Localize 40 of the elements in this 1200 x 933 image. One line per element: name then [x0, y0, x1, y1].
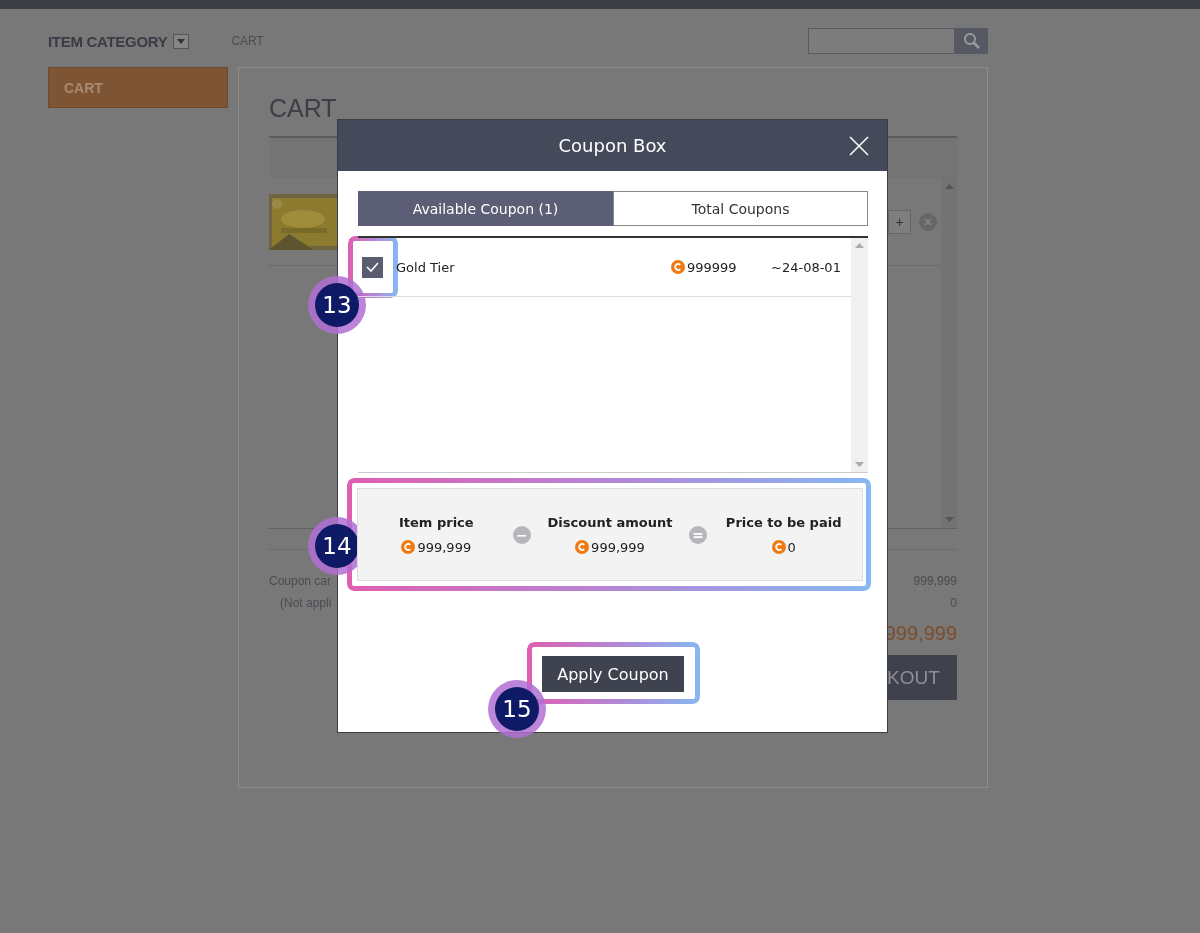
dropdown-button[interactable]	[173, 33, 190, 49]
operator-sign: =	[689, 525, 708, 544]
caret-icon	[177, 38, 186, 44]
coin-icon	[771, 540, 786, 554]
coin-icon	[671, 260, 685, 274]
category-title: ITEM CATEGORY	[48, 32, 168, 50]
search-button[interactable]	[955, 28, 988, 54]
search-field[interactable]	[808, 28, 955, 54]
checkbox[interactable]	[362, 256, 383, 278]
tab[interactable]: Total Coupons	[613, 191, 868, 226]
apply-coupon-button[interactable]: Apply Coupon	[542, 656, 684, 692]
scroll-down-icon[interactable]	[944, 517, 954, 522]
summary-value: 999,999	[591, 539, 645, 555]
sidebar-item[interactable]: CART	[48, 67, 228, 108]
tab[interactable]: Available Coupon (1)	[358, 191, 613, 226]
coupon-expiry: ~24-08-01	[771, 259, 842, 275]
coupon-name: Gold Tier	[396, 259, 456, 275]
total-price: 999,999	[883, 622, 957, 645]
coin-icon	[575, 540, 590, 554]
scrollbar[interactable]	[941, 178, 957, 528]
operator-sign: −	[512, 525, 531, 544]
summary-value: 999,999	[417, 539, 472, 555]
search-icon	[962, 32, 981, 50]
scroll-down-icon[interactable]	[855, 462, 864, 467]
coin-icon	[401, 540, 416, 554]
scroll-up-icon[interactable]	[855, 243, 864, 248]
coupon-amount: 999999	[687, 259, 737, 275]
remove-icon[interactable]	[919, 212, 937, 231]
scrollbar[interactable]	[851, 238, 868, 472]
checkout-button[interactable]: KOUT	[887, 655, 957, 700]
summary-label: Discount amount	[547, 514, 673, 530]
summary-label: Item price	[399, 514, 474, 530]
summary-label: Price to be paid	[725, 514, 842, 530]
plus-button[interactable]: +	[888, 209, 911, 234]
close-button[interactable]	[849, 136, 869, 156]
dialog-title: Coupon Box	[558, 135, 667, 156]
cart-title: CART	[269, 94, 338, 124]
check-icon	[366, 262, 379, 272]
summary-value: 0	[787, 539, 796, 555]
scroll-up-icon[interactable]	[944, 184, 954, 189]
